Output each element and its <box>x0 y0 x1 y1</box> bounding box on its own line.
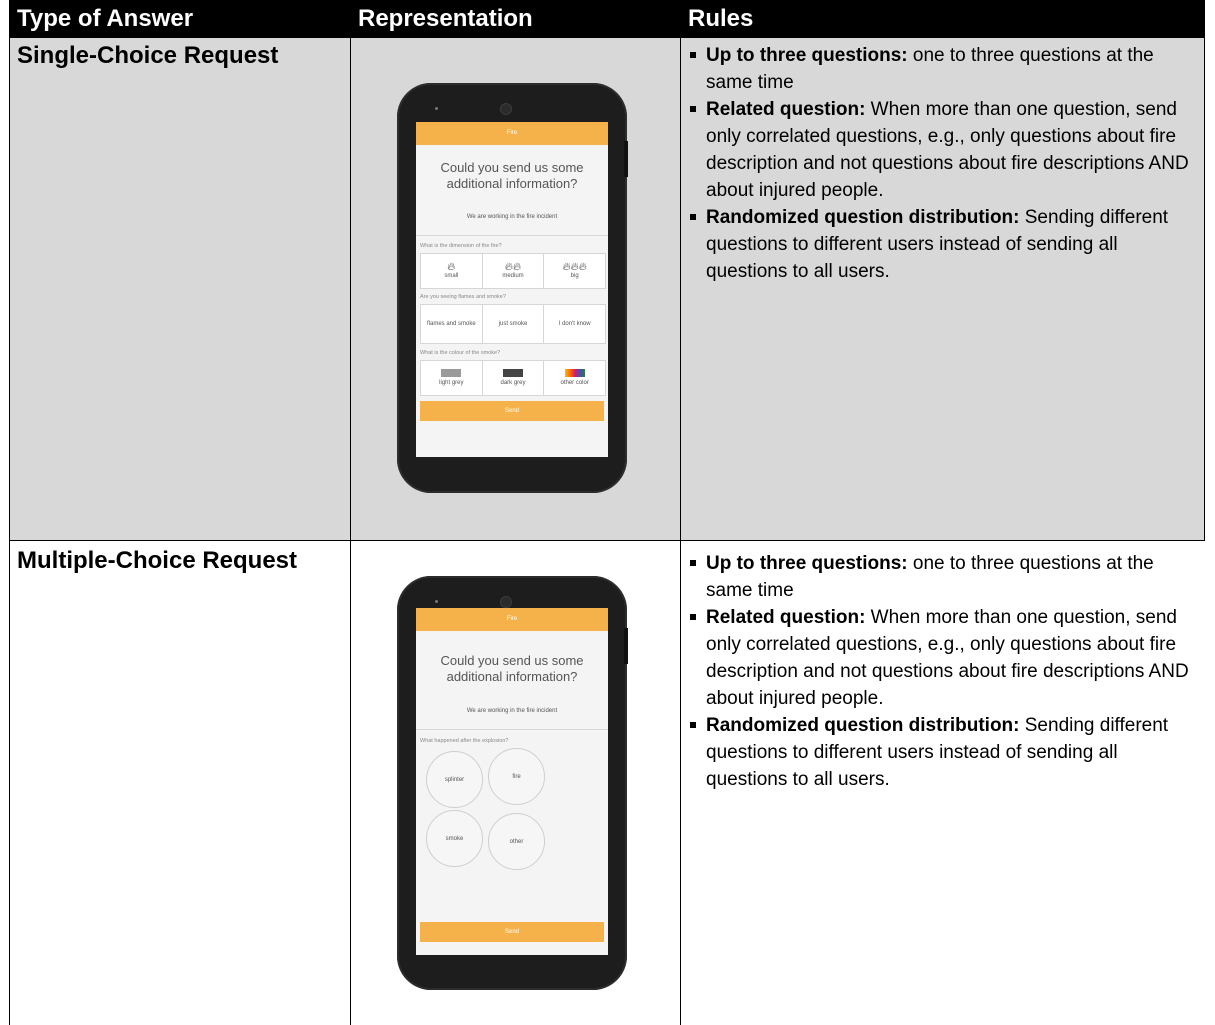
cell-border <box>350 541 351 1025</box>
camera-icon <box>500 596 512 608</box>
option-label: light grey <box>439 380 464 386</box>
list-item: Related question: When more than one que… <box>688 96 1198 204</box>
option-flames-and-smoke[interactable]: flames and smoke <box>421 305 483 343</box>
list-item: Randomized question distribution: Sendin… <box>688 204 1198 285</box>
question-label: Are you seeing flames and smoke? <box>420 294 506 300</box>
option-label: other color <box>560 380 589 386</box>
send-button[interactable]: Send <box>420 401 604 421</box>
option-label: small <box>444 273 459 279</box>
option-just-smoke[interactable]: just smoke <box>483 305 545 343</box>
rule-title: Related question: <box>706 99 866 120</box>
question-label: What is the colour of the smoke? <box>420 350 501 356</box>
dark-grey-swatch <box>503 369 523 377</box>
list-item: Related question: When more than one que… <box>688 604 1198 712</box>
question-label: What is the dimension of the fire? <box>420 243 502 249</box>
phone-mockup-multiple-choice: Fire Could you send us some additional i… <box>397 576 628 990</box>
answer-type-label: Single-Choice Request <box>17 42 279 69</box>
divider <box>416 729 608 730</box>
option-label: dark grey <box>500 380 526 386</box>
option-label: medium <box>502 273 524 279</box>
sensor-dot <box>435 107 438 110</box>
header-type-of-answer: Type of Answer <box>9 0 350 38</box>
light-grey-swatch <box>441 369 462 377</box>
option-other[interactable]: other <box>488 813 545 870</box>
option-fire[interactable]: fire <box>488 748 545 805</box>
send-button[interactable]: Send <box>420 922 604 942</box>
option-group-flames: flames and smoke just smoke I don't know <box>420 304 606 344</box>
bullet-icon <box>690 52 696 58</box>
screen-subtitle: We are working in the fire incident <box>466 214 558 220</box>
rules-list: Up to three questions: one to three ques… <box>688 550 1198 793</box>
bullet-icon <box>690 614 696 620</box>
side-button <box>624 141 628 177</box>
rule-title: Randomized question distribution: <box>706 207 1020 228</box>
bullet-icon <box>690 106 696 112</box>
divider <box>416 235 608 236</box>
option-small[interactable]: 🔥︎ small <box>421 254 483 288</box>
cell-border <box>350 38 351 540</box>
bullet-icon <box>690 722 696 728</box>
option-group-dimension: 🔥︎ small 🔥︎🔥︎ medium 🔥︎🔥︎🔥︎ big <box>420 253 606 289</box>
app-topbar: Fire <box>416 608 608 631</box>
rule-title: Up to three questions: <box>706 45 908 66</box>
flame-3-icon: 🔥︎🔥︎🔥︎ <box>562 261 587 273</box>
screen-subtitle: We are working in the fire incident <box>466 708 558 714</box>
option-big[interactable]: 🔥︎🔥︎🔥︎ big <box>544 254 605 288</box>
rule-title: Up to three questions: <box>706 553 908 574</box>
flame-1-icon: 🔥︎ <box>447 261 456 273</box>
option-medium[interactable]: 🔥︎🔥︎ medium <box>483 254 545 288</box>
rule-title: Related question: <box>706 607 866 628</box>
sensor-dot <box>435 600 438 603</box>
header-rules: Rules <box>680 0 1205 38</box>
cell-border <box>9 541 10 1025</box>
rules-list: Up to three questions: one to three ques… <box>688 42 1198 285</box>
phone-mockup-single-choice: Fire Could you send us some additional i… <box>397 83 628 493</box>
screen-title: Could you send us some additional inform… <box>440 653 584 684</box>
cell-border <box>680 38 681 540</box>
phone-screen: Fire Could you send us some additional i… <box>416 608 608 955</box>
cell-border <box>1204 38 1205 540</box>
header-representation: Representation <box>350 0 680 38</box>
answer-type-label: Multiple-Choice Request <box>17 547 298 574</box>
camera-icon <box>500 103 512 115</box>
option-other-color[interactable]: other color <box>544 361 605 395</box>
table-row-multiple-choice: Multiple-Choice Request Fire Could you s… <box>9 541 1205 1025</box>
bullet-icon <box>690 214 696 220</box>
comparison-table: Type of Answer Representation Rules Sing… <box>9 0 1205 1025</box>
option-label: big <box>570 273 579 279</box>
phone-screen: Fire Could you send us some additional i… <box>416 122 608 457</box>
table-row-single-choice: Single-Choice Request Fire Could you sen… <box>9 38 1205 540</box>
bullet-icon <box>690 560 696 566</box>
option-dark-grey[interactable]: dark grey <box>483 361 545 395</box>
option-smoke[interactable]: smoke <box>426 810 483 867</box>
list-item: Up to three questions: one to three ques… <box>688 42 1198 96</box>
option-i-dont-know[interactable]: I don't know <box>544 305 605 343</box>
option-group-colour: light grey dark grey other color <box>420 360 606 396</box>
cell-border <box>9 38 10 540</box>
screen-title: Could you send us some additional inform… <box>440 160 584 191</box>
rainbow-swatch <box>564 369 585 377</box>
list-item: Up to three questions: one to three ques… <box>688 550 1198 604</box>
flame-2-icon: 🔥︎🔥︎ <box>504 261 522 273</box>
list-item: Randomized question distribution: Sendin… <box>688 712 1198 793</box>
side-button <box>624 628 628 664</box>
rule-title: Randomized question distribution: <box>706 715 1020 736</box>
option-light-grey[interactable]: light grey <box>421 361 483 395</box>
app-topbar: Fire <box>416 122 608 145</box>
question-label: What happened after the explosion? <box>420 738 509 744</box>
option-splinter[interactable]: splinter <box>426 751 483 808</box>
cell-border <box>680 541 681 1025</box>
